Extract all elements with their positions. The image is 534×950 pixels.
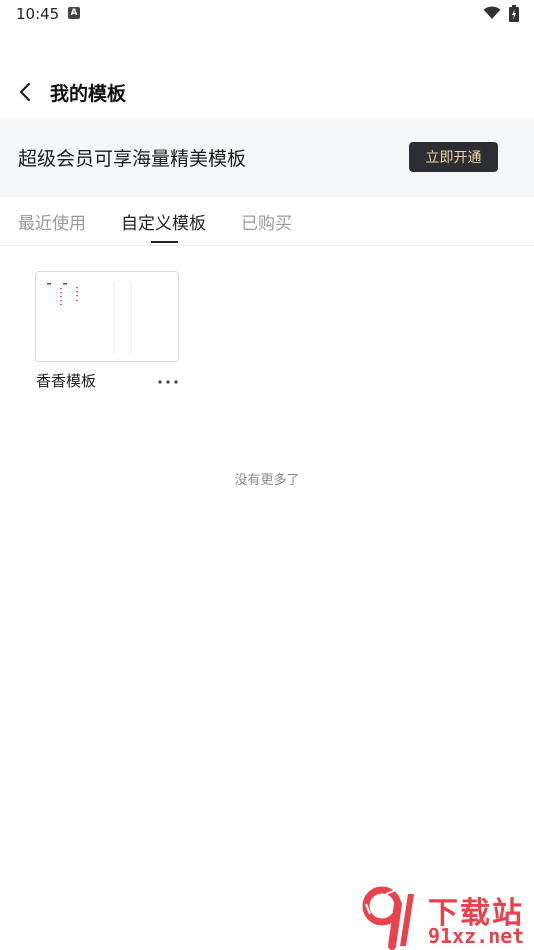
tab-recent[interactable]: 最近使用 bbox=[18, 209, 86, 234]
template-thumbnail bbox=[47, 282, 132, 354]
battery-icon bbox=[509, 5, 519, 22]
status-time: 10:45 bbox=[16, 5, 60, 23]
site-watermark: 下载站 91xz.net bbox=[362, 884, 534, 950]
status-bar: 10:45 A bbox=[0, 0, 534, 28]
wifi-icon bbox=[483, 6, 501, 19]
back-arrow-icon[interactable] bbox=[14, 80, 38, 104]
tab-indicator bbox=[151, 241, 178, 243]
banner-text: 超级会员可享海量精美模板 bbox=[18, 148, 247, 170]
tab-custom[interactable]: 自定义模板 bbox=[121, 209, 206, 234]
watermark-logo-icon bbox=[362, 886, 414, 950]
notification-icon: A bbox=[68, 7, 80, 19]
watermark-domain: 91xz.net bbox=[428, 924, 525, 948]
vip-banner: 超级会员可享海量精美模板 立即开通 bbox=[0, 118, 534, 197]
page-title: 我的模板 bbox=[50, 83, 127, 105]
tab-purchased[interactable]: 已购买 bbox=[241, 209, 292, 234]
more-options-icon[interactable] bbox=[156, 370, 180, 390]
top-bar: 我的模板 bbox=[0, 70, 534, 114]
template-tabs: 最近使用 自定义模板 已购买 bbox=[0, 197, 534, 246]
activate-vip-button[interactable]: 立即开通 bbox=[409, 142, 498, 172]
template-card[interactable] bbox=[35, 271, 179, 362]
no-more-text: 没有更多了 bbox=[234, 473, 300, 488]
template-name: 香香模板 bbox=[36, 372, 97, 390]
